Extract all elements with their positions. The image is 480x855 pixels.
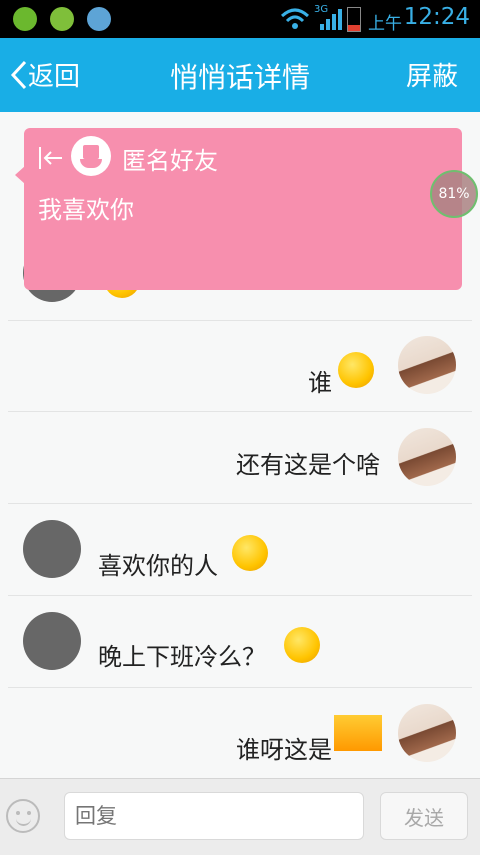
dizzy-emoji-icon	[232, 535, 268, 571]
message-row: 谁	[8, 320, 472, 412]
message-row: 谁呀这是	[8, 687, 472, 778]
anonymous-avatar	[23, 520, 81, 578]
popup-sender: 匿名好友	[122, 147, 218, 175]
popup-message: 我喜欢你	[38, 196, 134, 224]
wechat-icon	[50, 7, 74, 31]
battery-icon	[347, 7, 361, 32]
progress-badge[interactable]: 81%	[430, 170, 478, 218]
send-button[interactable]: 发送	[380, 792, 468, 840]
popup-tail	[15, 166, 25, 184]
surprised-emoji-icon	[338, 352, 374, 388]
message-text: 喜欢你的人	[98, 552, 218, 580]
message-row: 晚上下班冷么？	[8, 595, 472, 688]
exit-icon	[39, 147, 62, 169]
status-time: 12:24	[403, 4, 470, 30]
emoji-picker-icon[interactable]	[6, 799, 40, 833]
app-icon-green	[13, 7, 37, 31]
signal-icon	[320, 9, 342, 30]
block-button[interactable]: 屏蔽	[406, 56, 458, 93]
sticker-icon	[334, 715, 382, 751]
dizzy-emoji-icon	[284, 627, 320, 663]
message-text: 谁	[308, 369, 332, 397]
anonymous-avatar-small	[71, 136, 111, 176]
message-text: 还有这是个啥	[236, 451, 380, 479]
user-avatar	[398, 704, 456, 762]
user-avatar	[398, 428, 456, 486]
title-bar: 返回 悄悄话详情 屏蔽	[0, 38, 480, 112]
message-text: 谁呀这是	[236, 736, 332, 764]
wifi-icon	[280, 8, 310, 29]
status-bar: 3G 上午 12:24	[0, 0, 480, 38]
anonymous-avatar	[23, 612, 81, 670]
message-popup[interactable]: 匿名好友 我喜欢你	[15, 128, 462, 290]
status-ampm: 上午	[368, 14, 402, 34]
message-text: 晚上下班冷么？	[98, 643, 266, 671]
reply-input[interactable]	[64, 792, 364, 840]
app-icon-blue	[87, 7, 111, 31]
user-avatar	[398, 336, 456, 394]
message-row: 喜欢你的人	[8, 503, 472, 596]
message-row: 还有这是个啥	[8, 411, 472, 504]
composer-bar: 发送	[0, 778, 480, 855]
